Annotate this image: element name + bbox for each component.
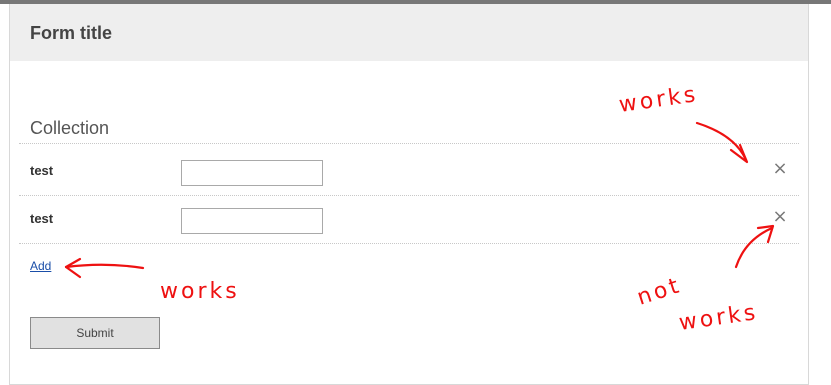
remove-row-1-close-icon[interactable]: × [772, 160, 788, 178]
submit-button[interactable]: Submit [30, 317, 160, 349]
form-header: Form title [10, 4, 808, 61]
divider [19, 243, 799, 244]
divider [19, 195, 799, 196]
collection-title: Collection [30, 118, 110, 138]
remove-row-2-close-icon[interactable]: × [772, 208, 788, 226]
divider [19, 143, 799, 144]
row-input-1[interactable] [181, 160, 323, 186]
row-label-1: test [30, 163, 54, 178]
form-panel: Form title Collection test × test × Add … [9, 4, 809, 385]
row-label-2: test [30, 211, 54, 226]
form-title: Form title [30, 23, 113, 43]
row-input-2[interactable] [181, 208, 323, 234]
add-link[interactable]: Add [30, 259, 51, 273]
